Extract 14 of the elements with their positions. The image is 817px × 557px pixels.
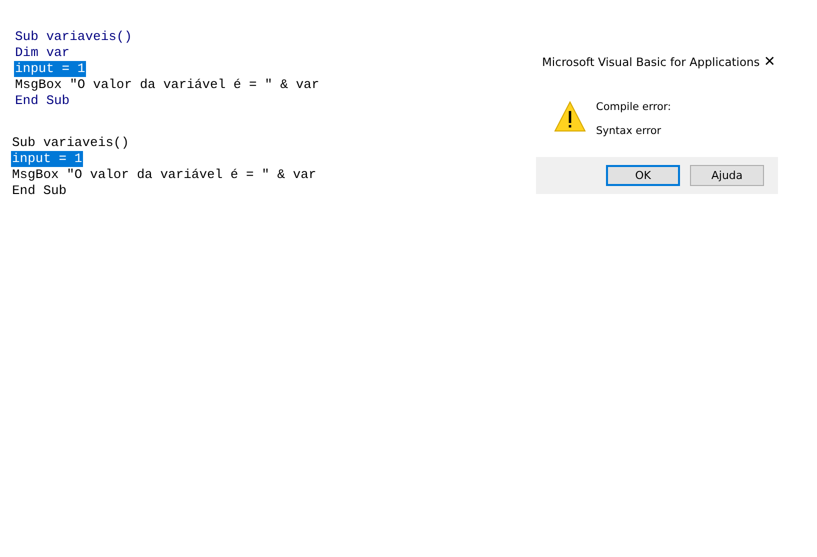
close-button[interactable]: ✕	[760, 52, 780, 72]
window-title: Microsoft Visual Basic for Applications	[542, 55, 760, 69]
code-line: MsgBox "O valor da variável é = " & var	[14, 77, 320, 93]
code-line: Dim var	[14, 45, 71, 61]
error-message: Syntax error	[596, 125, 662, 137]
code-line: MsgBox "O valor da variável é = " & var	[11, 167, 318, 183]
code-line: Sub variaveis()	[11, 135, 130, 151]
code-line: End Sub	[14, 93, 71, 109]
code-line: Sub variaveis()	[14, 29, 134, 45]
warning-icon	[554, 101, 586, 132]
dialog-button[interactable]: Ajuda	[690, 165, 764, 186]
dialog-button[interactable]: OK	[606, 165, 680, 186]
error-heading: Compile error:	[596, 101, 672, 113]
code-line: End Sub	[11, 183, 68, 199]
